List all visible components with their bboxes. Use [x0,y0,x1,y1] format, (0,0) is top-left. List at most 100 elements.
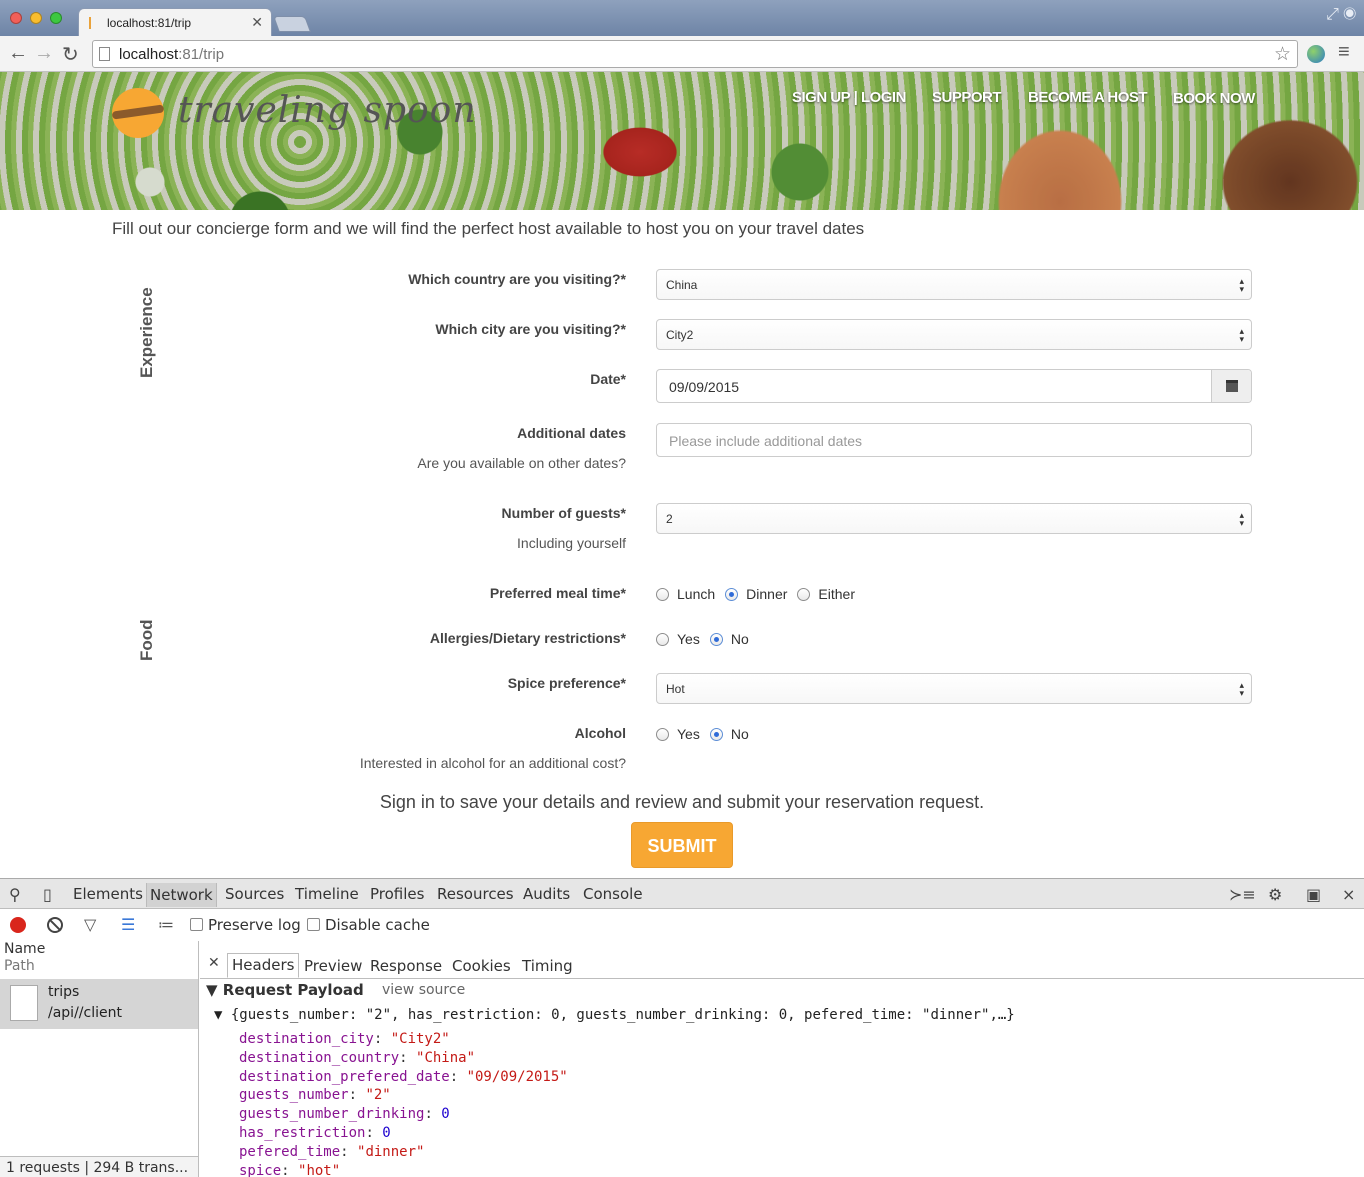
disable-cache-label: Disable cache [325,916,430,934]
dock-icon[interactable]: ▣ [1306,885,1321,904]
calendar-button[interactable] [1211,370,1251,402]
form-intro: Fill out our concierge form and we will … [112,219,865,238]
alcohol-radios: Yes No [656,726,759,742]
nav-support[interactable]: SUPPORT [932,89,1002,106]
tab-preview[interactable]: Preview [304,957,362,975]
spice-label: Spice preference* [507,675,626,691]
meal-dinner-radio[interactable] [725,587,739,601]
device-mode-icon[interactable]: ▯ [43,885,52,904]
tab-sources[interactable]: Sources [225,885,284,903]
devtools-tabbar: ⚲ ▯ Elements Network Sources Timeline Pr… [0,879,1364,909]
meal-lunch-radio[interactable] [656,587,669,601]
country-label: Which country are you visiting?* [408,271,626,287]
extension-globe-icon[interactable] [1307,45,1325,63]
network-summary: 1 requests | 294 B trans... [0,1156,198,1177]
tab-audits[interactable]: Audits [523,885,570,903]
document-icon [10,985,38,1021]
request-details: ✕ Headers Preview Response Cookies Timin… [200,941,1364,1177]
tab-timing[interactable]: Timing [522,957,573,975]
nav-book-now[interactable]: BOOK NOW [1173,90,1255,107]
tab-console[interactable]: Console [583,885,643,903]
network-toolbar: ▽ ☰ ≔ Preserve log Disable cache [0,909,1364,941]
guests-help: Including yourself [517,535,626,551]
section-food: Food [137,619,156,661]
payload-property: spice: "hot" [239,1162,341,1177]
spice-select[interactable]: Hot ▴ ▾ [656,673,1252,704]
new-tab-button[interactable] [273,16,311,32]
large-rows-icon[interactable]: ☰ [121,915,135,934]
forward-icon[interactable]: → [34,42,54,65]
search-icon[interactable]: ⚲ [9,885,21,904]
country-select[interactable]: China ▴ ▾ [656,269,1252,300]
request-list: Name Path trips /api//client 1 requests … [0,941,199,1177]
request-payload-title[interactable]: ▼ Request Payload [206,981,364,999]
section-experience: Experience [137,287,156,378]
view-source-link[interactable]: view source [382,982,465,998]
tab-headers[interactable]: Headers [227,953,300,978]
gear-icon[interactable]: ⚙ [1268,885,1282,904]
allergies-radios: Yes No [656,631,759,647]
select-arrows-icon: ▴ ▾ [1239,276,1244,294]
tab-resources[interactable]: Resources [437,885,514,903]
tab-response[interactable]: Response [370,957,442,975]
devtools-panel: ⚲ ▯ Elements Network Sources Timeline Pr… [0,878,1364,1177]
tab-cookies[interactable]: Cookies [452,957,511,975]
close-icon[interactable]: × [1342,885,1355,904]
select-arrows-icon: ▴ ▾ [1239,326,1244,344]
allergies-no-radio[interactable] [709,632,723,646]
select-arrows-icon: ▴ ▾ [1239,510,1244,528]
hero-banner: traveling spoon SIGN UP | LOGIN SUPPORT … [0,72,1364,210]
alcohol-no-radio[interactable] [709,727,723,741]
tab-timeline[interactable]: Timeline [295,885,359,903]
meal-time-radios: Lunch Dinner Either [656,586,865,602]
submit-button[interactable]: SUBMIT [631,822,733,868]
guests-label: Number of guests* [501,505,626,521]
meal-either-radio[interactable] [797,587,811,601]
url-text: localhost:81/trip [119,46,225,63]
close-window-button[interactable] [10,12,22,24]
payload-property: guests_number: "2" [239,1087,391,1104]
browser-tab[interactable]: localhost:81/trip ✕ [78,8,272,36]
payload-property: destination_prefered_date: "09/09/2015" [239,1068,568,1085]
reload-icon[interactable]: ↻ [62,42,79,67]
record-icon[interactable] [10,917,26,933]
additional-dates-input[interactable]: Please include additional dates [656,423,1252,457]
minimize-window-button[interactable] [30,12,42,24]
nav-become-host[interactable]: BECOME A HOST [1028,89,1148,106]
alcohol-yes-radio[interactable] [656,727,669,741]
tab-profiles[interactable]: Profiles [370,885,424,903]
alcohol-help: Interested in alcohol for an additional … [359,755,626,771]
allergies-yes-radio[interactable] [656,632,669,646]
browser-toolbar: ← → ↻ localhost:81/trip ☆ ≡ [0,36,1364,72]
preserve-log-label: Preserve log [208,916,301,934]
payload-object-summary[interactable]: ▼ {guests_number: "2", has_restriction: … [214,1007,1015,1023]
date-input[interactable]: 09/09/2015 [656,369,1252,403]
payload-property: has_restriction: 0 [239,1125,391,1141]
maximize-window-button[interactable] [50,12,62,24]
city-select[interactable]: City2 ▴ ▾ [656,319,1252,350]
tab-title: localhost:81/trip [107,16,192,30]
payload-property: destination_city: "City2" [239,1031,450,1047]
guests-select[interactable]: 2 ▴ ▾ [656,503,1252,534]
alcohol-label: Alcohol [574,725,626,741]
filter-icon[interactable]: ▽ [84,915,96,934]
clear-icon[interactable] [47,917,63,933]
logo-text[interactable]: traveling spoon [178,90,477,131]
address-bar[interactable]: localhost:81/trip ☆ [92,40,1298,68]
column-name-header[interactable]: Name [4,941,45,957]
console-drawer-icon[interactable]: ≻≡ [1229,885,1256,904]
table-row[interactable]: trips /api//client [0,979,198,1029]
additional-dates-label: Additional dates [517,425,626,441]
tab-close-icon[interactable]: ✕ [251,14,263,31]
close-details-icon[interactable]: ✕ [208,955,220,971]
disable-cache-checkbox[interactable] [307,918,320,931]
bookmark-star-icon[interactable]: ☆ [1274,43,1291,66]
tab-elements[interactable]: Elements [73,885,143,903]
overview-icon[interactable]: ≔ [158,915,174,934]
preserve-log-checkbox[interactable] [190,918,203,931]
tab-network[interactable]: Network [146,883,217,907]
menu-icon[interactable]: ≡ [1338,41,1350,64]
allergies-label: Allergies/Dietary restrictions* [429,630,626,646]
back-icon[interactable]: ← [8,42,28,65]
nav-signup-login[interactable]: SIGN UP | LOGIN [792,89,906,106]
